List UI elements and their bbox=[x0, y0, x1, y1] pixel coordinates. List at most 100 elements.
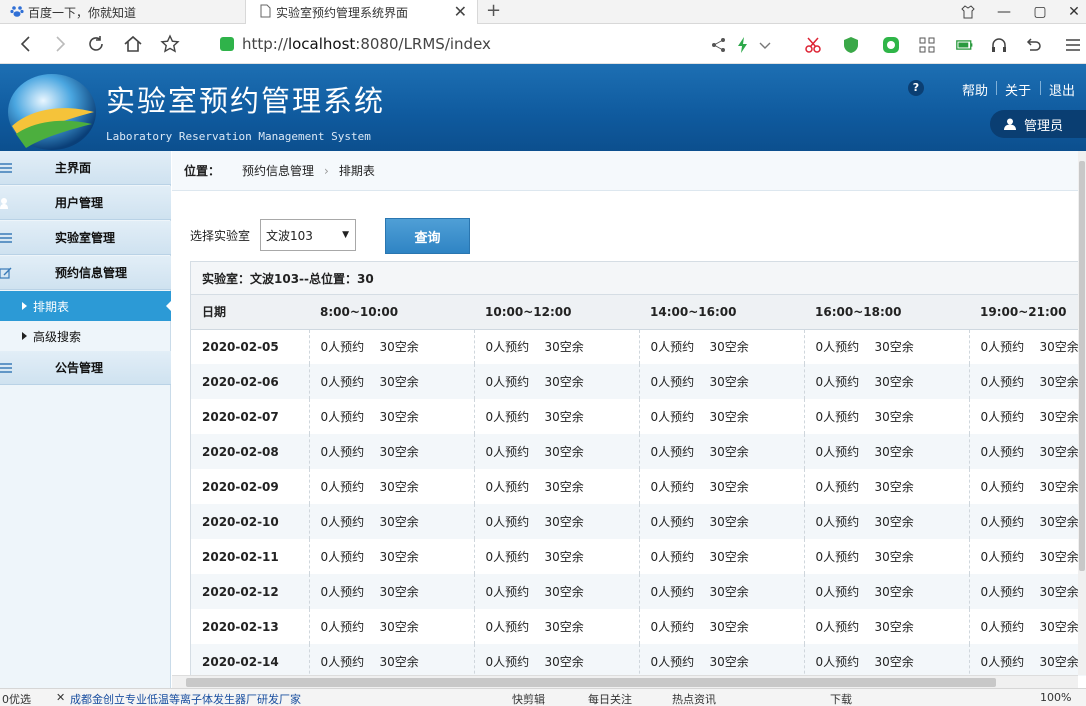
slot-cell[interactable]: 0人预约 30空余 bbox=[639, 399, 805, 434]
close-icon[interactable]: ✕ bbox=[56, 691, 65, 704]
slot-cell[interactable]: 0人预约 30空余 bbox=[639, 434, 805, 469]
home-icon[interactable] bbox=[121, 32, 145, 56]
status-daily-follow[interactable]: 每日关注 bbox=[588, 691, 632, 706]
address-bar[interactable]: http://localhost:8080/LRMS/index bbox=[220, 34, 491, 54]
slot-cell[interactable]: 0人预约 30空余 bbox=[969, 609, 1086, 644]
star-bookmark-icon[interactable] bbox=[158, 32, 182, 56]
wechat-icon[interactable] bbox=[882, 36, 900, 54]
status-hot-news[interactable]: 热点资讯 bbox=[672, 691, 716, 706]
close-window-icon[interactable]: ✕ bbox=[1056, 0, 1086, 24]
lightning-icon[interactable] bbox=[734, 36, 752, 54]
query-button[interactable]: 查询 bbox=[385, 218, 470, 254]
slot-cell[interactable]: 0人预约 30空余 bbox=[639, 644, 805, 676]
slot-cell[interactable]: 0人预约 30空余 bbox=[639, 539, 805, 574]
slot-cell[interactable]: 0人预约 30空余 bbox=[309, 539, 475, 574]
slot-cell[interactable]: 0人预约 30空余 bbox=[309, 434, 475, 469]
slot-cell[interactable]: 0人预约 30空余 bbox=[969, 469, 1086, 504]
share-icon[interactable] bbox=[710, 36, 728, 54]
horizontal-scrollbar[interactable] bbox=[172, 675, 1078, 688]
slot-cell[interactable]: 0人预约 30空余 bbox=[639, 574, 805, 609]
slot-cell[interactable]: 0人预约 30空余 bbox=[474, 329, 640, 364]
help-icon[interactable]: ? bbox=[908, 80, 924, 96]
slot-cell[interactable]: 0人预约 30空余 bbox=[804, 644, 970, 676]
slot-cell[interactable]: 0人预约 30空余 bbox=[804, 469, 970, 504]
browser-tab-baidu[interactable]: 百度一下，你就知道 bbox=[0, 0, 245, 24]
breadcrumb-item[interactable]: 排期表 bbox=[339, 162, 375, 179]
status-ad-link[interactable]: 成都金创立专业低温等离子体发生器厂研发厂家 bbox=[70, 691, 301, 706]
slot-cell[interactable]: 0人预约 30空余 bbox=[639, 504, 805, 539]
breadcrumb-item[interactable]: 预约信息管理 bbox=[242, 162, 314, 179]
slot-cell[interactable]: 0人预约 30空余 bbox=[804, 574, 970, 609]
undo-icon[interactable] bbox=[1024, 36, 1042, 54]
sidebar-item-announcements[interactable]: 公告管理 bbox=[0, 351, 171, 385]
slot-cell[interactable]: 0人预约 30空余 bbox=[309, 329, 475, 364]
forward-icon[interactable] bbox=[48, 32, 72, 56]
status-download[interactable]: 下载 bbox=[830, 691, 852, 706]
sidebar-item-users[interactable]: 用户管理 bbox=[0, 186, 171, 220]
slot-cell[interactable]: 0人预约 30空余 bbox=[969, 574, 1086, 609]
minimize-icon[interactable]: — bbox=[986, 0, 1022, 24]
menu-icon[interactable] bbox=[1064, 36, 1082, 54]
slot-cell[interactable]: 0人预约 30空余 bbox=[969, 364, 1086, 399]
browser-tab-lrms[interactable]: 实验室预约管理系统界面 ✕ bbox=[245, 0, 478, 24]
slot-cell[interactable]: 0人预约 30空余 bbox=[804, 539, 970, 574]
slot-cell[interactable]: 0人预约 30空余 bbox=[474, 434, 640, 469]
maximize-icon[interactable]: ▢ bbox=[1022, 0, 1058, 24]
slot-cell[interactable]: 0人预约 30空余 bbox=[309, 644, 475, 676]
slot-cell[interactable]: 0人预约 30空余 bbox=[309, 504, 475, 539]
slot-cell[interactable]: 0人预约 30空余 bbox=[969, 644, 1086, 676]
scrollbar-thumb[interactable] bbox=[1079, 161, 1085, 571]
sidebar-item-labs[interactable]: 实验室管理 bbox=[0, 221, 171, 255]
slot-cell[interactable]: 0人预约 30空余 bbox=[969, 504, 1086, 539]
slot-cell[interactable]: 0人预约 30空余 bbox=[969, 434, 1086, 469]
slot-cell[interactable]: 0人预约 30空余 bbox=[309, 399, 475, 434]
lab-select[interactable]: 文波103 ▼ bbox=[260, 219, 356, 251]
slot-cell[interactable]: 0人预约 30空余 bbox=[969, 329, 1086, 364]
scrollbar-thumb[interactable] bbox=[186, 678, 996, 687]
help-link[interactable]: 帮助 bbox=[962, 80, 988, 99]
slot-cell[interactable]: 0人预约 30空余 bbox=[474, 574, 640, 609]
headphones-icon[interactable] bbox=[990, 36, 1008, 54]
slot-cell[interactable]: 0人预约 30空余 bbox=[474, 539, 640, 574]
status-quick-edit[interactable]: 快剪辑 bbox=[512, 691, 545, 706]
slot-cell[interactable]: 0人预约 30空余 bbox=[969, 539, 1086, 574]
yen-shield-icon[interactable] bbox=[842, 36, 860, 54]
slot-cell[interactable]: 0人预约 30空余 bbox=[804, 504, 970, 539]
apps-grid-icon[interactable] bbox=[918, 36, 936, 54]
slot-cell[interactable]: 0人预约 30空余 bbox=[639, 609, 805, 644]
slot-cell[interactable]: 0人预约 30空余 bbox=[309, 574, 475, 609]
slot-cell[interactable]: 0人预约 30空余 bbox=[969, 399, 1086, 434]
slot-cell[interactable]: 0人预约 30空余 bbox=[474, 364, 640, 399]
sidebar-item-advanced-search[interactable]: 高级搜索 bbox=[0, 321, 171, 351]
close-tab-icon[interactable]: ✕ bbox=[454, 2, 467, 21]
status-zoom[interactable]: 100% bbox=[1040, 691, 1071, 704]
logout-link[interactable]: 退出 bbox=[1049, 80, 1075, 99]
slot-cell[interactable]: 0人预约 30空余 bbox=[474, 504, 640, 539]
slot-cell[interactable]: 0人预约 30空余 bbox=[309, 609, 475, 644]
vertical-scrollbar[interactable] bbox=[1078, 151, 1086, 675]
scissors-icon[interactable] bbox=[804, 36, 822, 54]
slot-cell[interactable]: 0人预约 30空余 bbox=[474, 469, 640, 504]
slot-cell[interactable]: 0人预约 30空余 bbox=[804, 609, 970, 644]
slot-cell[interactable]: 0人预约 30空余 bbox=[804, 329, 970, 364]
sidebar-item-schedule[interactable]: 排期表 bbox=[0, 291, 172, 321]
sidebar-item-reservations[interactable]: 预约信息管理 bbox=[0, 256, 171, 290]
new-tab-icon[interactable]: + bbox=[486, 0, 501, 22]
slot-cell[interactable]: 0人预约 30空余 bbox=[309, 469, 475, 504]
slot-cell[interactable]: 0人预约 30空余 bbox=[309, 364, 475, 399]
slot-cell[interactable]: 0人预约 30空余 bbox=[639, 469, 805, 504]
back-icon[interactable] bbox=[14, 32, 38, 56]
slot-cell[interactable]: 0人预约 30空余 bbox=[474, 644, 640, 676]
slot-cell[interactable]: 0人预约 30空余 bbox=[474, 399, 640, 434]
sidebar-item-home[interactable]: 主界面 bbox=[0, 151, 171, 185]
slot-cell[interactable]: 0人预约 30空余 bbox=[804, 399, 970, 434]
about-link[interactable]: 关于 bbox=[1005, 80, 1031, 99]
user-badge[interactable]: 管理员 bbox=[990, 110, 1086, 138]
refresh-icon[interactable] bbox=[84, 32, 108, 56]
slot-cell[interactable]: 0人预约 30空余 bbox=[474, 609, 640, 644]
chevron-down-icon[interactable] bbox=[756, 36, 774, 54]
slot-cell[interactable]: 0人预约 30空余 bbox=[804, 364, 970, 399]
slot-cell[interactable]: 0人预约 30空余 bbox=[639, 364, 805, 399]
shirt-skin-icon[interactable] bbox=[950, 0, 986, 24]
slot-cell[interactable]: 0人预约 30空余 bbox=[639, 329, 805, 364]
